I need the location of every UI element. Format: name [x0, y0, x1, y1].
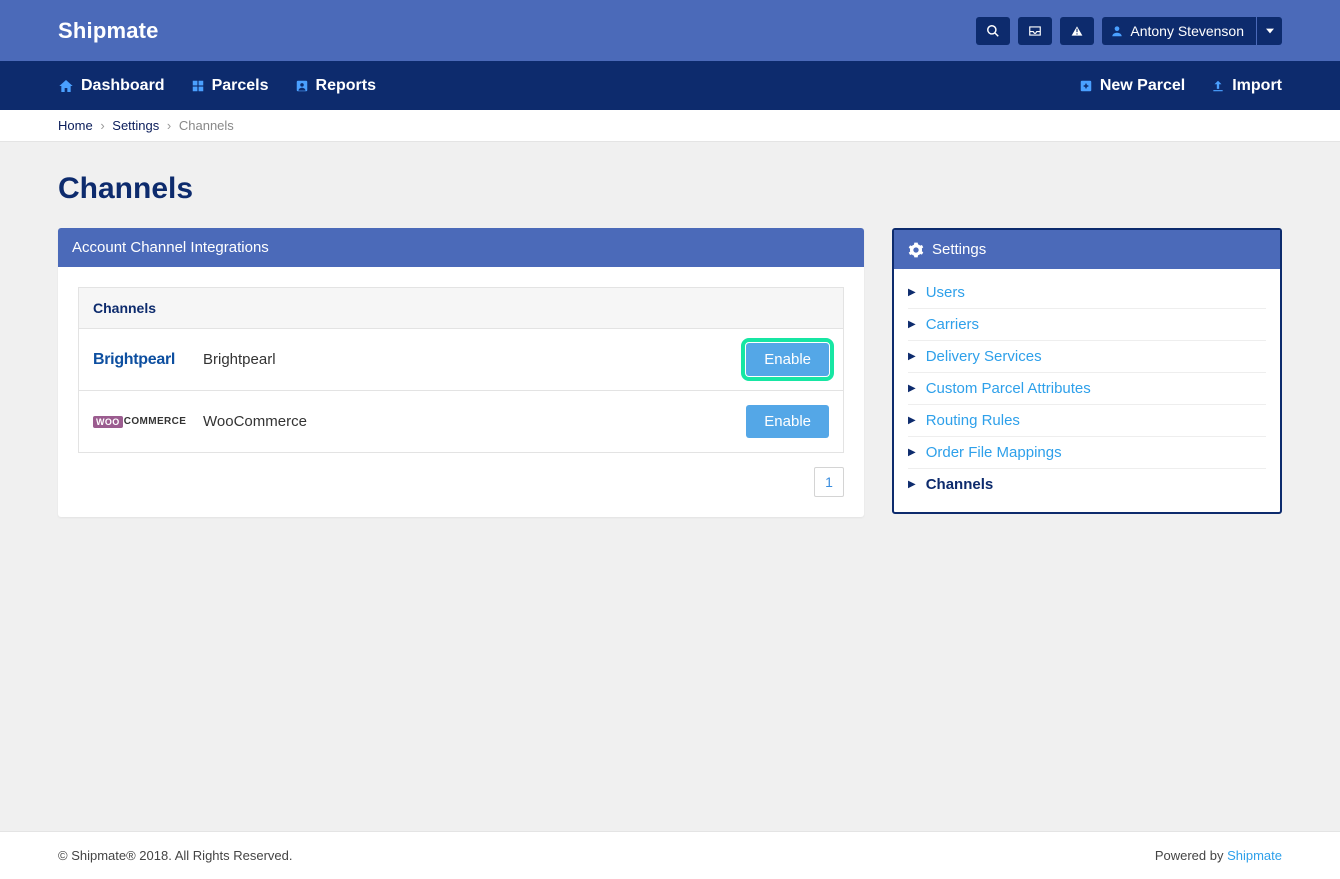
channel-logo-brightpearl: Brightpearl: [93, 351, 183, 369]
upload-icon: [1211, 79, 1225, 93]
nav-new-parcel[interactable]: New Parcel: [1079, 77, 1185, 95]
settings-item-users[interactable]: ▶ Users: [908, 277, 1266, 309]
nav-reports[interactable]: Reports: [295, 77, 376, 95]
brand-logo[interactable]: Shipmate: [58, 18, 159, 44]
breadcrumb: Home › Settings › Channels: [0, 110, 1340, 142]
user-menu-button[interactable]: Antony Stevenson: [1102, 17, 1256, 45]
settings-item-routing-rules[interactable]: ▶ Routing Rules: [908, 405, 1266, 437]
search-icon: [986, 24, 1000, 38]
settings-list: ▶ Users ▶ Carriers ▶ Delivery Services ▶…: [894, 269, 1280, 512]
settings-item-label: Routing Rules: [926, 412, 1020, 429]
chevron-right-icon: ▶: [908, 383, 916, 394]
nav-dashboard-label: Dashboard: [81, 77, 165, 95]
footer-powered-link[interactable]: Shipmate: [1227, 848, 1282, 863]
caret-down-icon: [1266, 27, 1274, 35]
user-menu-caret[interactable]: [1256, 17, 1282, 45]
settings-panel-title: Settings: [932, 241, 986, 258]
inbox-button[interactable]: [1018, 17, 1052, 45]
user-name-label: Antony Stevenson: [1130, 23, 1244, 39]
account-icon: [295, 79, 309, 93]
enable-button-brightpearl[interactable]: Enable: [746, 343, 829, 376]
nav-import[interactable]: Import: [1211, 77, 1282, 95]
enable-button-woocommerce[interactable]: Enable: [746, 405, 829, 438]
search-button[interactable]: [976, 17, 1010, 45]
table-row: WOOCOMMERCE WooCommerce Enable: [79, 391, 844, 453]
home-icon: [58, 78, 74, 94]
table-row: Brightpearl Brightpearl Enable: [79, 329, 844, 391]
channels-panel: Account Channel Integrations Channels: [58, 228, 864, 517]
breadcrumb-sep-2: ›: [167, 118, 171, 133]
channel-logo-woocommerce: WOOCOMMERCE: [93, 416, 183, 428]
settings-item-delivery-services[interactable]: ▶ Delivery Services: [908, 341, 1266, 373]
settings-item-label: Delivery Services: [926, 348, 1042, 365]
nav-import-label: Import: [1232, 77, 1282, 95]
channel-name: WooCommerce: [203, 413, 726, 430]
alerts-button[interactable]: [1060, 17, 1094, 45]
nav-reports-label: Reports: [316, 77, 376, 95]
channels-table: Channels Brightpearl Brightpearl: [78, 287, 844, 453]
settings-item-label: Order File Mappings: [926, 444, 1062, 461]
warning-icon: [1070, 24, 1084, 38]
page-title: Channels: [58, 172, 1282, 206]
nav-dashboard[interactable]: Dashboard: [58, 77, 165, 95]
main-nav: Dashboard Parcels Reports New Parcel Imp…: [0, 61, 1340, 110]
inbox-icon: [1028, 24, 1042, 38]
breadcrumb-home[interactable]: Home: [58, 118, 93, 133]
channels-table-header: Channels: [79, 288, 844, 329]
settings-panel: Settings ▶ Users ▶ Carriers ▶ Delivery S…: [892, 228, 1282, 514]
settings-item-channels[interactable]: ▶ Channels: [908, 469, 1266, 500]
topbar: Shipmate Antony Stevenson: [0, 0, 1340, 61]
settings-item-label: Users: [926, 284, 965, 301]
page-number[interactable]: 1: [814, 467, 844, 497]
settings-item-label: Custom Parcel Attributes: [926, 380, 1091, 397]
page-content: Channels Account Channel Integrations Ch…: [0, 142, 1340, 831]
chevron-right-icon: ▶: [908, 415, 916, 426]
gear-icon: [908, 242, 924, 258]
settings-item-custom-parcel-attributes[interactable]: ▶ Custom Parcel Attributes: [908, 373, 1266, 405]
breadcrumb-settings[interactable]: Settings: [112, 118, 159, 133]
nav-parcels-label: Parcels: [212, 77, 269, 95]
topbar-actions: Antony Stevenson: [976, 17, 1282, 45]
chevron-right-icon: ▶: [908, 351, 916, 362]
settings-item-order-file-mappings[interactable]: ▶ Order File Mappings: [908, 437, 1266, 469]
footer-copyright: © Shipmate® 2018. All Rights Reserved.: [58, 848, 293, 863]
breadcrumb-sep-1: ›: [100, 118, 104, 133]
settings-item-label: Carriers: [926, 316, 979, 333]
grid-icon: [191, 79, 205, 93]
pagination: 1: [78, 467, 844, 497]
chevron-right-icon: ▶: [908, 287, 916, 298]
channels-panel-header: Account Channel Integrations: [58, 228, 864, 267]
chevron-right-icon: ▶: [908, 319, 916, 330]
channel-name: Brightpearl: [203, 351, 726, 368]
settings-item-label: Channels: [926, 476, 994, 493]
footer-powered: Powered by Shipmate: [1155, 848, 1282, 863]
nav-new-parcel-label: New Parcel: [1100, 77, 1185, 95]
chevron-right-icon: ▶: [908, 447, 916, 458]
settings-panel-header: Settings: [894, 230, 1280, 269]
breadcrumb-current: Channels: [179, 118, 234, 133]
user-icon: [1110, 24, 1124, 38]
footer: © Shipmate® 2018. All Rights Reserved. P…: [0, 831, 1340, 879]
chevron-right-icon: ▶: [908, 479, 916, 490]
nav-parcels[interactable]: Parcels: [191, 77, 269, 95]
settings-item-carriers[interactable]: ▶ Carriers: [908, 309, 1266, 341]
plus-icon: [1079, 79, 1093, 93]
